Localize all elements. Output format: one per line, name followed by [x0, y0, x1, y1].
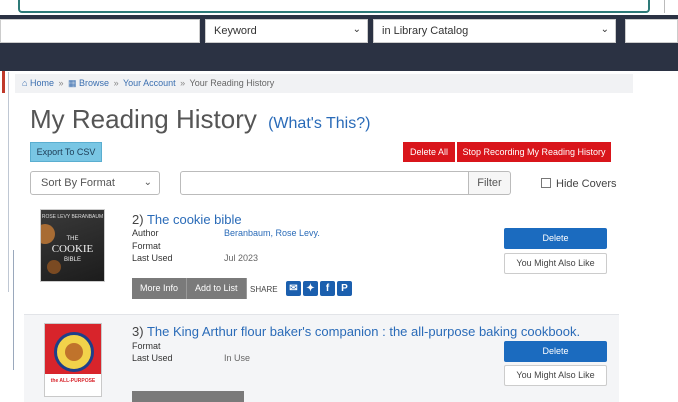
- author-value[interactable]: Beranbaum, Rose Levy.: [224, 228, 320, 238]
- top-banner-strip: [18, 0, 650, 13]
- result-number: 3): [132, 324, 144, 339]
- result-title-link[interactable]: The cookie bible: [147, 212, 242, 227]
- search-scope-select[interactable]: in Library Catalog ⌄: [373, 19, 616, 43]
- home-icon: ⌂: [22, 78, 28, 88]
- whats-this-link[interactable]: (What's This?): [268, 115, 370, 132]
- you-might-also-like-button[interactable]: You Might Also Like: [504, 365, 607, 386]
- result-number: 2): [132, 212, 144, 227]
- search-type-select[interactable]: Keyword ⌄: [205, 19, 368, 43]
- format-label: Format: [132, 241, 161, 251]
- chevron-down-icon: ⌄: [600, 24, 609, 35]
- email-icon[interactable]: ✉: [286, 281, 301, 296]
- cover-title: COOKIE: [51, 243, 94, 255]
- last-used-value: Jul 2023: [224, 253, 259, 263]
- book-cover[interactable]: the ALL-PURPOSE: [44, 323, 102, 397]
- result-title-link[interactable]: The King Arthur flour baker's companion …: [147, 324, 580, 339]
- stop-recording-button[interactable]: Stop Recording My Reading History: [457, 142, 611, 162]
- chevron-down-icon: ⌄: [143, 177, 152, 188]
- search-input[interactable]: [0, 19, 200, 43]
- result-actions[interactable]: [132, 391, 244, 402]
- share-label: SHARE: [250, 285, 278, 294]
- result-title: 2) The cookie bible: [132, 212, 242, 227]
- add-to-list-button[interactable]: Add to List: [187, 278, 247, 299]
- breadcrumb-current: Your Reading History: [189, 78, 275, 88]
- hide-covers-checkbox[interactable]: [541, 178, 551, 188]
- last-used-label: Last Used: [132, 353, 173, 363]
- hide-covers-toggle[interactable]: Hide Covers: [541, 178, 617, 190]
- search-extra-field[interactable]: [625, 19, 678, 43]
- page-title-text: My Reading History: [30, 104, 257, 134]
- cover-subtitle: the ALL-PURPOSE: [45, 374, 101, 396]
- cover-author: ROSE LEVY BERANBAUM: [41, 214, 104, 220]
- author-label: Author: [132, 228, 159, 238]
- filter-input[interactable]: [180, 171, 469, 195]
- list-item: the ALL-PURPOSE 3) The King Arthur flour…: [24, 314, 619, 402]
- cover-emblem-center: [65, 343, 83, 361]
- format-label: Format: [132, 341, 161, 351]
- sort-select[interactable]: Sort By Format ⌄: [30, 171, 160, 195]
- left-edge-marker: [2, 71, 5, 93]
- left-edge-line: [8, 72, 9, 292]
- book-cover[interactable]: ROSE LEVY BERANBAUM THE COOKIE BIBLE: [40, 209, 105, 282]
- hide-covers-label: Hide Covers: [556, 178, 617, 190]
- cover-emblem: [54, 332, 94, 372]
- more-info-button[interactable]: More Info: [132, 278, 188, 299]
- share-icons: ✉ ✦ f P: [286, 281, 352, 296]
- delete-all-button[interactable]: Delete All: [403, 142, 455, 162]
- list-item: ROSE LEVY BERANBAUM THE COOKIE BIBLE 2) …: [24, 204, 619, 310]
- breadcrumb-account[interactable]: Your Account: [123, 78, 176, 88]
- pinterest-icon[interactable]: P: [337, 281, 352, 296]
- breadcrumb-browse[interactable]: Browse: [79, 78, 109, 88]
- chevron-down-icon: ⌄: [352, 24, 361, 35]
- book-icon: ▦: [68, 78, 77, 88]
- search-type-value: Keyword: [214, 25, 257, 37]
- result-actions: More Info Add to List: [132, 278, 247, 299]
- breadcrumb: ⌂ Home » ▦ Browse » Your Account » Your …: [15, 74, 633, 93]
- delete-button[interactable]: Delete: [504, 341, 607, 362]
- breadcrumb-home[interactable]: Home: [30, 78, 54, 88]
- you-might-also-like-button[interactable]: You Might Also Like: [504, 253, 607, 274]
- last-used-value: In Use: [224, 353, 251, 363]
- search-scope-value: in Library Catalog: [382, 25, 469, 37]
- last-used-label: Last Used: [132, 253, 173, 263]
- filter-button[interactable]: Filter: [468, 171, 511, 195]
- result-title: 3) The King Arthur flour baker's compani…: [132, 324, 580, 339]
- search-bar: Keyword ⌄ in Library Catalog ⌄: [0, 15, 678, 71]
- left-edge-line: [13, 250, 14, 370]
- top-banner-edge: [664, 0, 678, 13]
- delete-button[interactable]: Delete: [504, 228, 607, 249]
- cover-pre: THE: [66, 236, 79, 242]
- page-title: My Reading History (What's This?): [30, 104, 370, 135]
- twitter-icon[interactable]: ✦: [303, 281, 318, 296]
- facebook-icon[interactable]: f: [320, 281, 335, 296]
- cover-subtitle: BIBLE: [63, 257, 81, 263]
- sort-select-value: Sort By Format: [41, 177, 115, 189]
- export-csv-button[interactable]: Export To CSV: [30, 142, 102, 162]
